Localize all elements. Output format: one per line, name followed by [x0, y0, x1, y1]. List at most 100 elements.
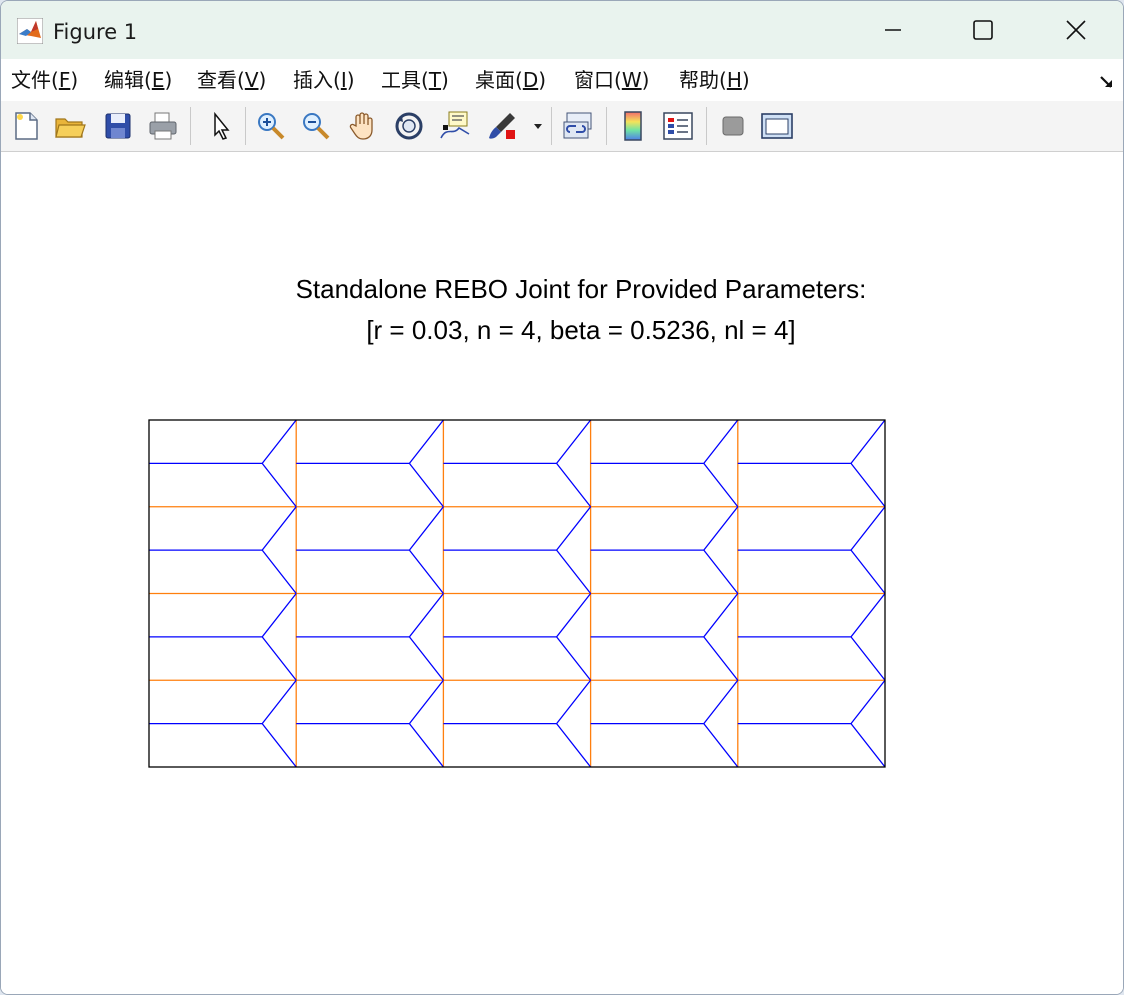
show-plot-tools-icon [761, 113, 793, 139]
menu-tools[interactable]: 工具(T) [381, 67, 449, 93]
blue-diagonal-crease [850, 593, 886, 638]
maximize-button[interactable] [937, 1, 1029, 59]
maximize-icon [973, 20, 993, 40]
close-icon [1066, 20, 1086, 40]
insert-colorbar-button[interactable] [616, 109, 650, 143]
menu-desktop[interactable]: 桌面(D) [475, 67, 546, 93]
blue-diagonal-crease [556, 462, 592, 508]
blue-diagonal-crease [850, 679, 886, 725]
blue-diagonal-crease [408, 636, 444, 681]
print-icon [149, 112, 177, 140]
blue-diagonal-crease [261, 636, 297, 681]
pan-hand-icon [349, 112, 373, 140]
blue-diagonal-crease [703, 549, 739, 594]
legend-icon [663, 112, 693, 140]
blue-diagonal-crease [556, 636, 592, 681]
close-button[interactable] [1030, 1, 1122, 59]
window-title: Figure 1 [53, 20, 138, 44]
blue-diagonal-crease [850, 636, 886, 681]
blue-diagonal-crease [850, 462, 886, 508]
blue-diagonal-crease [850, 549, 886, 594]
toolbar-separator [706, 107, 707, 145]
matlab-logo-icon [17, 18, 43, 44]
blue-diagonal-crease [703, 636, 739, 681]
blue-diagonal-crease [703, 462, 739, 508]
print-button[interactable] [146, 109, 180, 143]
brush-button[interactable] [486, 109, 520, 143]
new-figure-icon [15, 112, 38, 140]
toolbar-separator [606, 107, 607, 145]
chevron-down-icon [534, 124, 542, 129]
toolbar-separator [245, 107, 246, 145]
edit-plot-arrow-icon [214, 111, 230, 140]
blue-diagonal-crease [261, 462, 297, 508]
blue-diagonal-crease [703, 723, 739, 768]
blue-diagonal-crease [261, 723, 297, 768]
link-plot-button[interactable] [561, 109, 595, 143]
blue-diagonal-crease [703, 419, 739, 464]
dock-figure-icon[interactable] [1098, 73, 1116, 91]
blue-diagonal-crease [703, 506, 739, 551]
save-button[interactable] [101, 109, 135, 143]
data-cursor-icon [440, 111, 470, 139]
minimize-button[interactable] [847, 1, 939, 59]
blue-diagonal-crease [556, 419, 592, 464]
blue-diagonal-crease [261, 506, 297, 551]
menu-view[interactable]: 查看(V) [197, 67, 266, 93]
blue-diagonal-crease [703, 593, 739, 638]
blue-diagonal-crease [408, 723, 444, 768]
blue-diagonal-crease [261, 593, 297, 638]
open-file-button[interactable] [53, 109, 87, 143]
blue-diagonal-crease [408, 462, 444, 508]
link-plot-icon [563, 112, 592, 139]
zoom-in-button[interactable] [254, 109, 288, 143]
minimize-icon [885, 29, 901, 31]
hide-plot-tools-button[interactable] [716, 109, 750, 143]
rotate-3d-icon [395, 112, 423, 140]
blue-diagonal-crease [556, 593, 592, 638]
hide-plot-tools-icon [722, 116, 744, 136]
blue-diagonal-crease [850, 723, 886, 768]
zoom-in-icon [258, 113, 285, 140]
figure-canvas: Standalone REBO Joint for Provided Param… [1, 152, 1123, 994]
blue-diagonal-crease [408, 593, 444, 638]
blue-diagonal-crease [261, 679, 297, 725]
blue-diagonal-crease [556, 723, 592, 768]
blue-diagonal-crease [850, 506, 886, 551]
blue-diagonal-crease [261, 419, 297, 464]
new-figure-button[interactable] [9, 109, 43, 143]
menu-insert[interactable]: 插入(I) [293, 67, 355, 93]
colorbar-icon [624, 111, 642, 141]
edit-plot-button[interactable] [203, 109, 237, 143]
zoom-out-icon [303, 113, 330, 140]
save-icon [105, 113, 131, 139]
title-bar: Figure 1 [1, 1, 1123, 59]
pan-button[interactable] [346, 109, 380, 143]
data-cursor-button[interactable] [438, 109, 472, 143]
brush-icon [489, 113, 515, 139]
blue-diagonal-crease [703, 679, 739, 725]
open-file-icon [55, 118, 86, 138]
menu-edit[interactable]: 编辑(E) [104, 67, 172, 93]
figure-window: Figure 1 文件(F) 编辑(E) 查看(V) 插入(I) 工具(T) 桌… [0, 0, 1124, 995]
figure-toolbar [1, 101, 1123, 152]
menu-bar: 文件(F) 编辑(E) 查看(V) 插入(I) 工具(T) 桌面(D) 窗口(W… [1, 59, 1123, 102]
blue-diagonal-crease [408, 419, 444, 464]
blue-diagonal-crease [556, 506, 592, 551]
show-plot-tools-button[interactable] [760, 109, 794, 143]
blue-diagonal-crease [556, 679, 592, 725]
insert-legend-button[interactable] [661, 109, 695, 143]
crease-pattern-plot [148, 419, 886, 768]
blue-diagonal-crease [850, 419, 886, 464]
blue-diagonal-crease [408, 679, 444, 725]
toolbar-separator [190, 107, 191, 145]
toolbar-separator [551, 107, 552, 145]
menu-help[interactable]: 帮助(H) [679, 67, 750, 93]
brush-dropdown-button[interactable] [531, 109, 545, 143]
rotate-3d-button[interactable] [392, 109, 426, 143]
blue-diagonal-crease [556, 549, 592, 594]
blue-diagonal-crease [261, 549, 297, 594]
menu-file[interactable]: 文件(F) [11, 67, 78, 93]
zoom-out-button[interactable] [299, 109, 333, 143]
menu-window[interactable]: 窗口(W) [574, 67, 649, 93]
